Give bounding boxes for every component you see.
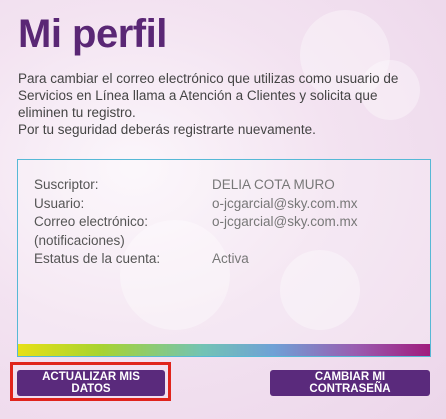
profile-row: Usuario: o-jcgarcial@sky.com.mx: [34, 195, 357, 214]
row-value: o-jcgarcial@sky.com.mx: [212, 214, 358, 229]
update-data-button[interactable]: ACTUALIZAR MIS DATOS: [17, 370, 165, 396]
row-value: Activa: [212, 251, 249, 266]
row-label: Suscriptor:: [34, 177, 99, 192]
profile-details: Suscriptor: DELIA COTA MURO Usuario: o-j…: [34, 176, 357, 269]
profile-row: Estatus de la cuenta: Activa: [34, 250, 357, 269]
profile-card: Suscriptor: DELIA COTA MURO Usuario: o-j…: [17, 159, 431, 357]
row-label: Estatus de la cuenta:: [34, 251, 161, 266]
row-label: (notificaciones): [34, 232, 125, 248]
intro-text: Para cambiar el correo electrónico que u…: [18, 71, 399, 120]
decorative-gradient-bar: [18, 344, 430, 356]
profile-row: (notificaciones): [34, 232, 357, 251]
profile-row: Correo electrónico: o-jcgarcial@sky.com.…: [34, 213, 357, 232]
row-value: o-jcgarcial@sky.com.mx: [212, 195, 358, 211]
page-title: Mi perfil: [18, 12, 167, 56]
profile-row: Suscriptor: DELIA COTA MURO: [34, 176, 357, 195]
row-value: DELIA COTA MURO: [212, 177, 335, 192]
change-password-button[interactable]: CAMBIAR MI CONTRASEÑA: [270, 370, 430, 396]
row-label: Usuario:: [34, 195, 85, 211]
row-label: Correo electrónico:: [34, 214, 149, 229]
intro-section: Para cambiar el correo electrónico que u…: [18, 70, 430, 138]
intro-note: Por tu seguridad deberás registrarte nue…: [18, 122, 316, 137]
